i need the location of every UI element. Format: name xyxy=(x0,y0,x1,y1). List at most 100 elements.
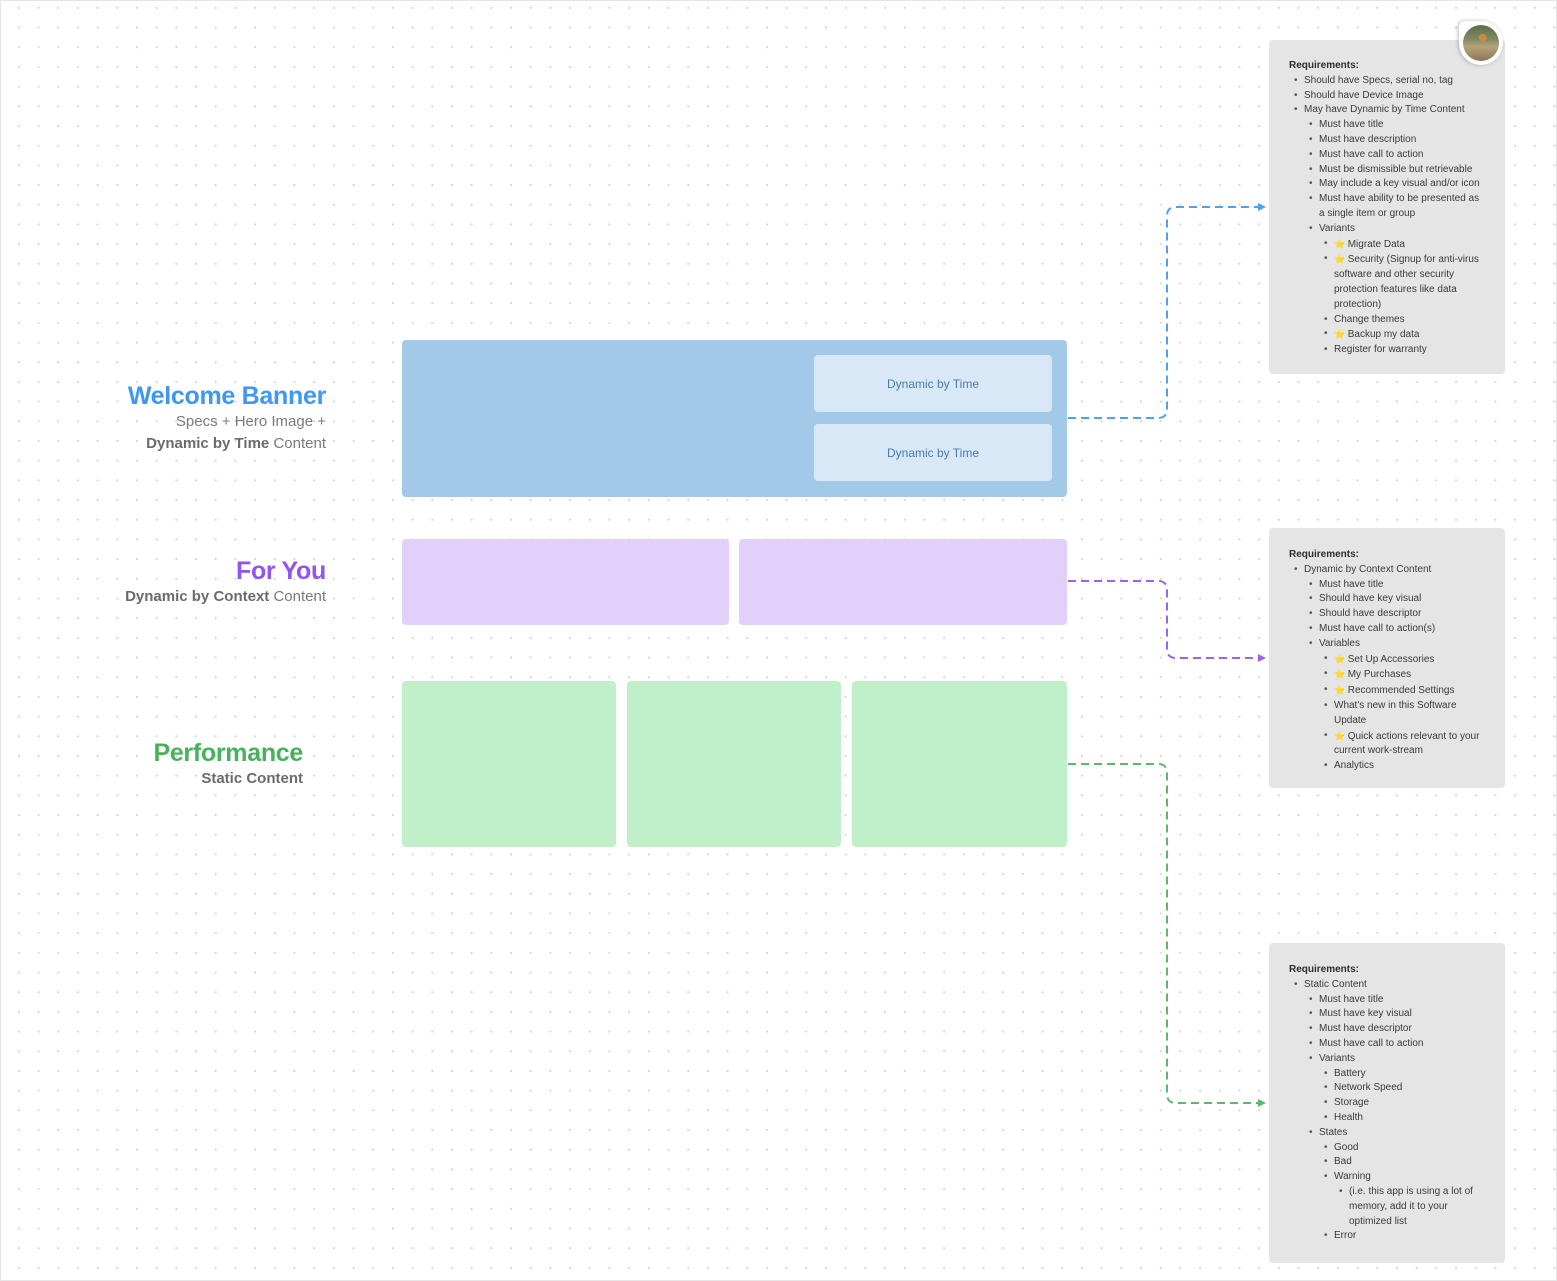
requirement-text: Should have Specs, serial no, tag xyxy=(1304,74,1453,86)
requirement-text: May include a key visual and/or icon xyxy=(1319,178,1480,190)
requirement-text: Good xyxy=(1334,1141,1359,1153)
requirement-text: Battery xyxy=(1334,1067,1366,1079)
performance-connector-arrow[interactable] xyxy=(1068,763,1266,1107)
requirement-item: May have Dynamic by Time Content xyxy=(1294,103,1487,118)
requirement-text: My Purchases xyxy=(1347,669,1412,681)
requirement-item: Must have call to action xyxy=(1309,148,1487,163)
requirement-item: Should have Device Image xyxy=(1294,89,1487,104)
welcome-connector-arrow[interactable] xyxy=(1068,203,1266,419)
requirement-text: Must have call to action xyxy=(1319,148,1424,160)
requirement-item: Warning xyxy=(1324,1170,1487,1185)
requirement-item: Dynamic by Context Content xyxy=(1294,563,1487,578)
requirement-text: Backup my data xyxy=(1347,329,1420,341)
requirement-text: Must have call to action xyxy=(1319,1037,1424,1049)
requirement-text: Must have title xyxy=(1319,993,1384,1005)
requirement-text: Recommended Settings xyxy=(1347,685,1455,697)
requirement-text: Warning xyxy=(1334,1171,1371,1183)
note-heading: Requirements: xyxy=(1289,60,1360,71)
for-you-requirements-note[interactable]: Requirements: Dynamic by Context Content… xyxy=(1269,528,1505,788)
requirement-item: Must be dismissible but retrievable xyxy=(1309,163,1487,178)
requirement-text: Must be dismissible but retrievable xyxy=(1319,163,1473,175)
requirement-text: Must have title xyxy=(1319,119,1384,131)
welcome-requirements-note[interactable]: Requirements: Should have Specs, serial … xyxy=(1269,40,1505,374)
requirement-item: ⭐ Recommended Settings xyxy=(1324,683,1487,699)
for-you-connector-arrow[interactable] xyxy=(1068,580,1266,662)
requirement-text: Migrate Data xyxy=(1347,238,1405,250)
star-icon: ⭐ xyxy=(1334,653,1348,664)
requirement-item: Storage xyxy=(1324,1096,1487,1111)
performance-requirements-note[interactable]: Requirements: Static Content Must have ti… xyxy=(1269,943,1505,1263)
requirement-text: Health xyxy=(1334,1111,1363,1123)
note-heading: Requirements: xyxy=(1289,549,1360,560)
requirement-text: Must have call to action(s) xyxy=(1319,622,1436,634)
requirement-item: Register for warranty xyxy=(1324,343,1487,358)
requirement-text: Should have Device Image xyxy=(1304,89,1424,101)
requirement-item: Variants xyxy=(1309,1052,1487,1067)
star-icon: ⭐ xyxy=(1334,730,1348,741)
requirements-list: Should have Specs, serial no, tag Should … xyxy=(1289,74,1487,358)
requirement-item: Must have descriptor xyxy=(1309,1022,1487,1037)
requirement-item: Analytics xyxy=(1324,759,1487,774)
requirement-text: Register for warranty xyxy=(1334,344,1427,356)
requirement-item: Must have ability to be presented as a s… xyxy=(1309,192,1487,222)
requirement-text: Change themes xyxy=(1334,313,1405,325)
avatar-photo xyxy=(1463,25,1499,61)
star-icon: ⭐ xyxy=(1334,669,1348,680)
requirement-item: ⭐ Security (Signup for anti-virus softwa… xyxy=(1324,252,1487,312)
requirement-text: Variables xyxy=(1319,637,1360,649)
requirement-item: Error xyxy=(1324,1229,1487,1244)
requirement-text: Storage xyxy=(1334,1097,1370,1109)
requirement-item: Should have key visual xyxy=(1309,592,1487,607)
requirement-item: Variables xyxy=(1309,637,1487,652)
requirement-item: Variants xyxy=(1309,222,1487,237)
requirement-item: Change themes xyxy=(1324,313,1487,328)
requirement-item: ⭐ Set Up Accessories xyxy=(1324,652,1487,668)
requirement-item: Should have Specs, serial no, tag xyxy=(1294,74,1487,89)
requirement-item: Battery xyxy=(1324,1067,1487,1082)
requirement-text: Must have description xyxy=(1319,133,1417,145)
requirement-text: Network Speed xyxy=(1334,1082,1403,1094)
requirement-text: Analytics xyxy=(1334,760,1375,772)
requirement-text: Variants xyxy=(1319,222,1355,234)
star-icon: ⭐ xyxy=(1334,329,1348,340)
requirement-text: Must have descriptor xyxy=(1319,1023,1412,1035)
requirement-item: Must have title xyxy=(1309,578,1487,593)
star-icon: ⭐ xyxy=(1334,685,1348,696)
user-avatar[interactable] xyxy=(1459,21,1503,65)
requirement-item: May include a key visual and/or icon xyxy=(1309,177,1487,192)
requirement-text: Bad xyxy=(1334,1156,1352,1168)
requirement-item: Bad xyxy=(1324,1155,1487,1170)
requirement-item: ⭐ Migrate Data xyxy=(1324,237,1487,253)
requirement-item: What's new in this Software Update xyxy=(1324,699,1487,729)
star-icon: ⭐ xyxy=(1334,254,1348,265)
requirement-item: Must have title xyxy=(1309,118,1487,133)
requirement-text: Error xyxy=(1334,1230,1357,1242)
note-heading: Requirements: xyxy=(1289,964,1360,975)
requirement-item: ⭐ Backup my data xyxy=(1324,327,1487,343)
requirement-text: Variants xyxy=(1319,1052,1355,1064)
requirement-item: Should have descriptor xyxy=(1309,607,1487,622)
requirement-item: (i.e. this app is using a lot of memory,… xyxy=(1339,1185,1487,1229)
requirement-text: Must have ability to be presented as a s… xyxy=(1319,193,1480,219)
requirement-text: Must have key visual xyxy=(1319,1008,1412,1020)
requirement-item: Network Speed xyxy=(1324,1081,1487,1096)
requirement-text: Static Content xyxy=(1304,978,1367,990)
requirement-text: May have Dynamic by Time Content xyxy=(1304,104,1465,116)
requirement-item: Must have title xyxy=(1309,993,1487,1008)
requirements-list: Dynamic by Context Content Must have titl… xyxy=(1289,563,1487,774)
requirements-list: Static Content Must have title Must have k… xyxy=(1289,978,1487,1244)
requirement-item: ⭐ My Purchases xyxy=(1324,667,1487,683)
requirement-text: Should have key visual xyxy=(1319,593,1422,605)
requirement-item: ⭐ Quick actions relevant to your current… xyxy=(1324,729,1487,760)
requirement-text: States xyxy=(1319,1126,1348,1138)
requirement-item: Must have description xyxy=(1309,133,1487,148)
requirement-text: Quick actions relevant to your current w… xyxy=(1334,730,1480,757)
requirement-item: Must have call to action xyxy=(1309,1037,1487,1052)
star-icon: ⭐ xyxy=(1334,238,1348,249)
requirement-text: What's new in this Software Update xyxy=(1334,699,1457,726)
requirement-text: Security (Signup for anti-virus software… xyxy=(1334,254,1479,310)
requirement-text: Should have descriptor xyxy=(1319,608,1422,620)
requirement-text: (i.e. this app is using a lot of memory,… xyxy=(1349,1185,1473,1227)
requirement-item: Health xyxy=(1324,1111,1487,1126)
requirement-item: Static Content xyxy=(1294,978,1487,993)
